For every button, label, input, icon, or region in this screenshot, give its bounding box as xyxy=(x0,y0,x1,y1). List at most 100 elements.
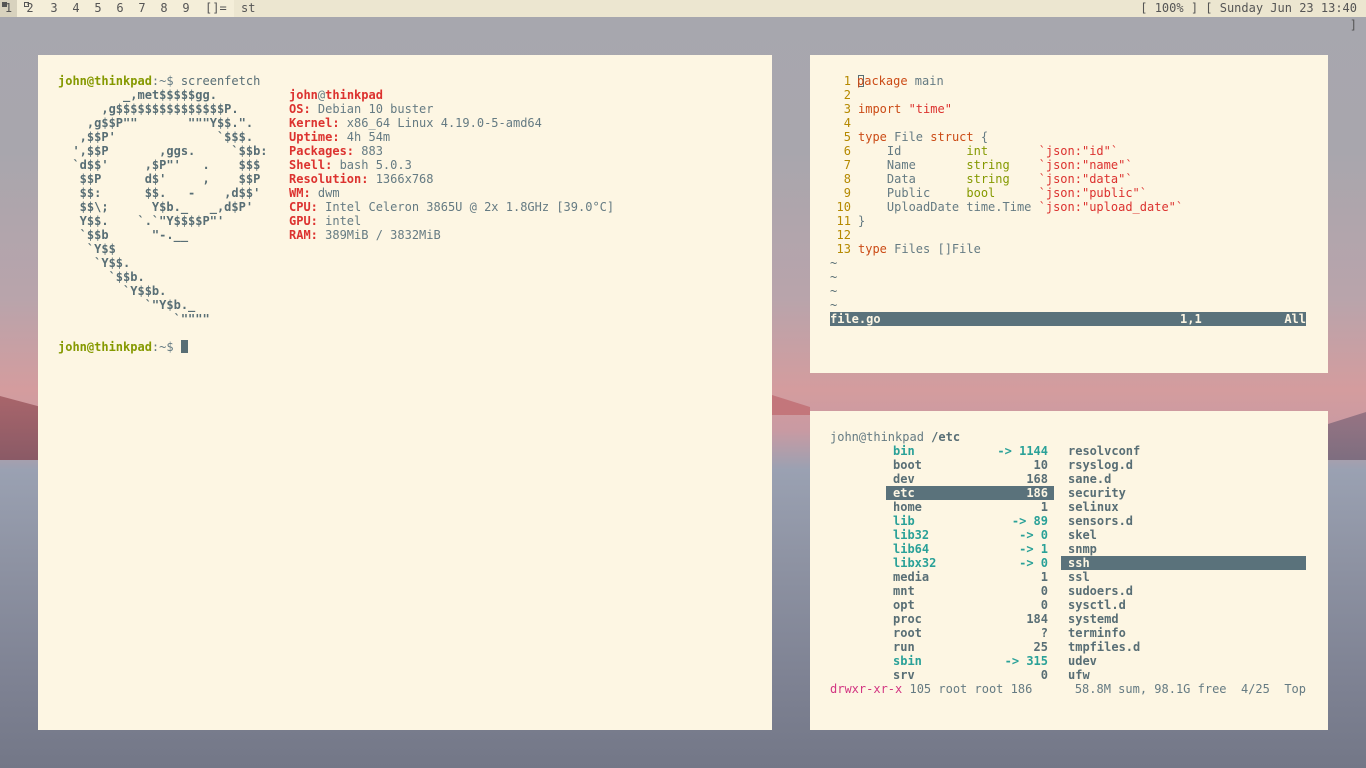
list-item-selected[interactable]: ssh xyxy=(1061,556,1306,570)
tag-5[interactable]: 5 xyxy=(91,0,105,17)
logo-line: ,$$P' `$$$. xyxy=(58,130,254,144)
list-item[interactable]: bin -> 1144 xyxy=(886,444,1054,458)
tag-label: 9 xyxy=(182,1,190,15)
field-name: Data xyxy=(858,172,967,186)
code-line-9[interactable]: Public bool `json:"public"` xyxy=(858,186,1147,200)
field-tag: `json:"id"` xyxy=(1038,144,1119,158)
list-item[interactable]: run 25 xyxy=(886,640,1054,654)
file-manager-window[interactable]: john@thinkpad /etc bin -> 1144 boot 10 dev… xyxy=(810,411,1328,730)
empty-line-marker: ~ xyxy=(830,284,838,298)
code-line-6[interactable]: Id int `json:"id"` xyxy=(858,144,1118,158)
list-item[interactable]: lib -> 89 xyxy=(886,514,1054,528)
code-line-10[interactable]: UploadDate time.Time `json:"upload_date"… xyxy=(858,200,1183,214)
tag-2[interactable]: 2 xyxy=(22,0,38,17)
item-size: 0 xyxy=(1040,598,1048,612)
tag-9[interactable]: 9 xyxy=(179,0,193,17)
info-wm: WM: dwm xyxy=(289,186,340,200)
tag-6[interactable]: 6 xyxy=(113,0,127,17)
list-item[interactable]: systemd xyxy=(1061,612,1306,626)
info-value: 4h 54m xyxy=(339,130,391,144)
list-item[interactable]: rsyslog.d xyxy=(1061,458,1306,472)
list-item[interactable]: security xyxy=(1061,486,1306,500)
list-item[interactable]: ufw xyxy=(1061,668,1306,682)
tag-8[interactable]: 8 xyxy=(157,0,171,17)
list-item[interactable]: root? xyxy=(886,626,1054,640)
logo-line: $$\; Y$b._ _,d$P' xyxy=(58,200,254,214)
line-number: 9 xyxy=(843,186,851,200)
code-line-11[interactable]: } xyxy=(858,214,865,228)
code-line-5[interactable]: type File struct { xyxy=(858,130,988,144)
list-item[interactable]: dev 168 xyxy=(886,472,1054,486)
list-item[interactable]: udev xyxy=(1061,654,1306,668)
line-number: 3 xyxy=(843,102,851,116)
command-text: screenfetch xyxy=(173,74,261,88)
list-item-selected[interactable]: etc 186 xyxy=(886,486,1054,500)
item-name: ssl xyxy=(1068,570,1090,584)
list-item[interactable]: proc 184 xyxy=(886,612,1054,626)
list-item[interactable]: boot 10 xyxy=(886,458,1054,472)
code-line-1[interactable]: package main xyxy=(857,74,944,88)
tag-3[interactable]: 3 xyxy=(47,0,61,17)
list-item[interactable]: lib32 -> 0 xyxy=(886,528,1054,542)
field-name: Id xyxy=(858,144,967,158)
tag-7[interactable]: 7 xyxy=(135,0,149,17)
info-value: 1366x768 xyxy=(368,172,434,186)
item-name: proc xyxy=(893,612,922,626)
logo-line: $$: $$. - ,d$$' xyxy=(58,186,261,200)
list-item[interactable]: sensors.d xyxy=(1061,514,1306,528)
occupied-indicator-icon xyxy=(2,2,7,7)
tag-label: 4 xyxy=(72,1,80,15)
code-line-13[interactable]: type Files []File xyxy=(858,242,981,256)
fm-footer-left: drwxr-xr-x 105 root root 186 xyxy=(830,682,1032,696)
list-item[interactable]: ssl xyxy=(1061,570,1306,584)
info-shell: Shell: bash 5.0.3 xyxy=(289,158,412,172)
item-size: 1 xyxy=(1040,500,1048,514)
prompt-line-active[interactable]: john@thinkpad:~$ xyxy=(58,340,188,354)
list-item[interactable]: lib64 -> 1 xyxy=(886,542,1054,556)
list-item[interactable]: terminfo xyxy=(1061,626,1306,640)
list-item[interactable]: resolvconf xyxy=(1061,444,1306,458)
info-value: 389MiB / 3832MiB xyxy=(317,228,441,242)
list-item[interactable]: mnt 0 xyxy=(886,584,1054,598)
tag-4[interactable]: 4 xyxy=(69,0,83,17)
list-item[interactable]: sbin -> 315 xyxy=(886,654,1054,668)
item-name: home xyxy=(893,500,922,514)
info-key: Shell: xyxy=(289,158,333,172)
list-item[interactable]: home 1 xyxy=(886,500,1054,514)
list-item[interactable]: sysctl.d xyxy=(1061,598,1306,612)
string-literal: "time" xyxy=(901,102,952,116)
code-line-3[interactable]: import "time" xyxy=(858,102,952,116)
list-item[interactable]: tmpfiles.d xyxy=(1061,640,1306,654)
empty-line-marker: ~ xyxy=(830,298,838,312)
list-item[interactable]: libx32 -> 0 xyxy=(886,556,1054,570)
code-text: File xyxy=(886,130,931,144)
list-item[interactable]: skel xyxy=(1061,528,1306,542)
tag-1[interactable]: 1 xyxy=(0,0,17,17)
code-line-8[interactable]: Data string `json:"data"` xyxy=(858,172,1133,186)
item-size: 0 xyxy=(1040,584,1048,598)
list-item[interactable]: srv 0 xyxy=(886,668,1054,682)
list-item[interactable]: sane.d xyxy=(1061,472,1306,486)
item-name: lib32 xyxy=(893,528,930,542)
code-text: { xyxy=(973,130,989,144)
list-item[interactable]: opt 0 xyxy=(886,598,1054,612)
item-name: ssh xyxy=(1068,556,1090,570)
list-item[interactable]: snmp xyxy=(1061,542,1306,556)
layout-indicator[interactable]: []= xyxy=(205,0,227,17)
code-line-7[interactable]: Name string `json:"name"` xyxy=(858,158,1133,172)
logo-line: $$P d$' , $$P xyxy=(58,172,261,186)
list-item[interactable]: media 1 xyxy=(886,570,1054,584)
terminal-window[interactable]: john@thinkpad:~$ screenfetch _,met$$$$$g… xyxy=(38,55,772,730)
info-value: dwm xyxy=(310,186,340,200)
logo-line: `Y$$ xyxy=(58,242,116,256)
status-position: 1,1 xyxy=(1180,312,1202,326)
item-size: -> 1 xyxy=(1019,542,1048,556)
list-item[interactable]: selinux xyxy=(1061,500,1306,514)
vim-window[interactable]: 1 2 3 4 5 6 7 8 9 10 11 12 13 package ma… xyxy=(810,55,1328,373)
list-item[interactable]: sudoers.d xyxy=(1061,584,1306,598)
field-type: string xyxy=(966,158,1039,172)
item-name: dev xyxy=(893,472,915,486)
info-key: Uptime: xyxy=(289,130,340,144)
fm-user: john@thinkpad xyxy=(830,430,924,444)
info-key: Kernel: xyxy=(289,116,340,130)
